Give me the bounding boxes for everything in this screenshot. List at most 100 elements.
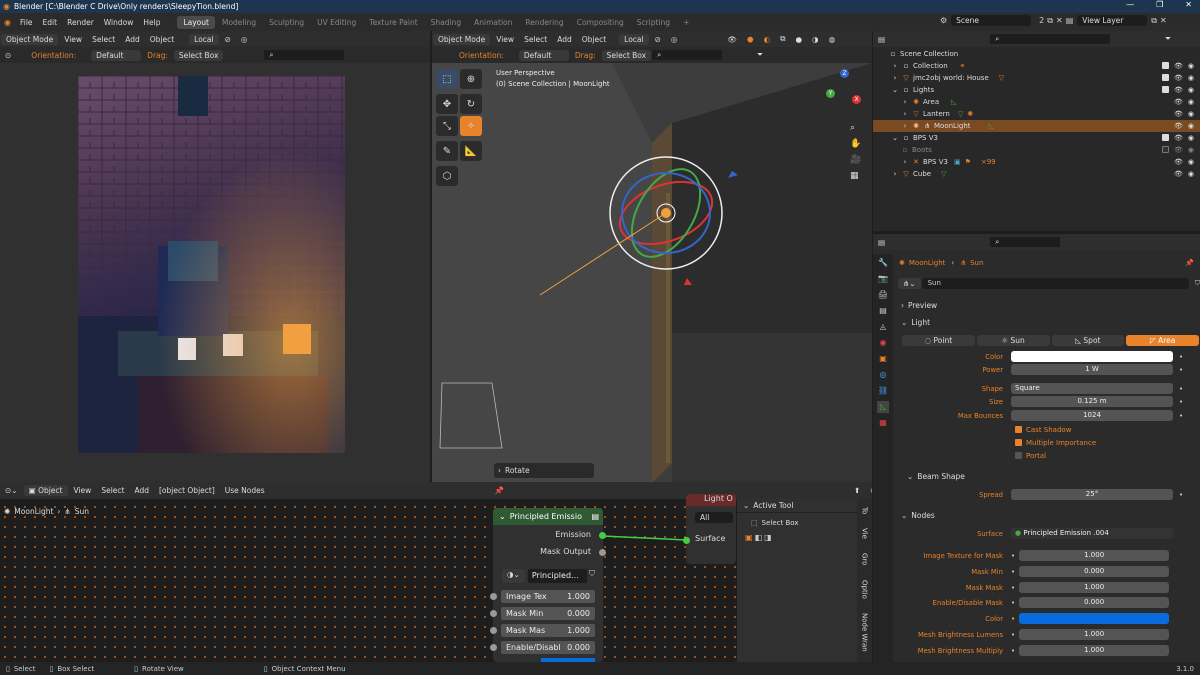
fake-user-shield-icon[interactable]: ⛉ xyxy=(589,569,595,583)
viewport-transform-dropdown[interactable]: Local xyxy=(619,33,649,45)
gizmo-x-axis[interactable]: X xyxy=(852,95,861,104)
minimize-button[interactable]: — xyxy=(1126,0,1134,9)
texture-tab-icon[interactable]: ▦ xyxy=(877,417,889,429)
physics-tab-icon[interactable]: ◎ xyxy=(877,369,889,381)
render-camera-icon[interactable]: ◉ xyxy=(1188,170,1194,178)
surface-shader-field[interactable]: ● Principled Emission .004 xyxy=(1011,528,1173,539)
light-data-tab-icon[interactable]: ◺ xyxy=(877,401,889,413)
scale-tool-icon[interactable]: ⤡ xyxy=(436,116,458,136)
expand-arrow-icon[interactable]: › xyxy=(901,110,909,118)
outliner-search-icon[interactable]: ⌕ xyxy=(990,34,1111,44)
outliner-row-bps-armature[interactable]: › ✕ BPS V3 ▣ ⚑ ×99 👁 ◉ xyxy=(873,156,1200,168)
exclude-checkbox[interactable] xyxy=(1162,146,1169,153)
emission-output-socket[interactable] xyxy=(599,532,606,539)
viewport-mode-dropdown[interactable]: Object Mode xyxy=(433,33,491,45)
collapse-arrow-icon[interactable]: ⌄ xyxy=(891,134,899,142)
left-select-menu[interactable]: Select xyxy=(87,35,120,44)
pan-hand-icon[interactable]: ✋ xyxy=(850,139,861,149)
select-new-icon[interactable]: ▣ xyxy=(745,533,753,542)
node-group-icon[interactable]: ▤ xyxy=(591,512,599,521)
select-subtract-icon[interactable]: ◨ xyxy=(764,533,772,542)
tab-animation[interactable]: Animation xyxy=(468,16,518,29)
light-type-sun[interactable]: ☼ Sun xyxy=(976,335,1050,346)
visibility-eye-icon[interactable]: 👁 xyxy=(1174,170,1183,178)
exclude-checkbox[interactable] xyxy=(1162,86,1169,93)
input-socket[interactable] xyxy=(490,644,497,651)
section-preview[interactable]: › Preview xyxy=(893,297,1200,313)
visibility-eye-icon[interactable]: 👁 xyxy=(1174,62,1183,70)
gizmo-z-axis[interactable]: Z xyxy=(840,69,849,78)
expand-arrow-icon[interactable]: › xyxy=(891,170,899,178)
left-add-menu[interactable]: Add xyxy=(120,35,145,44)
node-color-swatch[interactable] xyxy=(1019,613,1170,624)
outliner-filter-icon[interactable]: ⏷ xyxy=(1160,34,1176,44)
max-bounces-field[interactable]: 1024 xyxy=(1011,410,1173,421)
tab-uv-editing[interactable]: UV Editing xyxy=(311,16,362,29)
tab-layout[interactable]: Layout xyxy=(177,15,215,29)
viewport-select-menu[interactable]: Select xyxy=(519,35,552,44)
left-mode-dropdown[interactable]: Object Mode xyxy=(1,33,59,45)
light-type-point[interactable]: ◌ Point xyxy=(902,335,975,346)
view-layer-tab-icon[interactable]: ▤ xyxy=(877,305,889,317)
outliner-row-scene-collection[interactable]: ▫ Scene Collection xyxy=(873,48,1200,60)
scene-tab-icon[interactable]: ◬ xyxy=(877,321,889,333)
section-nodes[interactable]: ⌄ Nodes xyxy=(893,507,1200,523)
render-camera-icon[interactable]: ◉ xyxy=(1188,146,1194,154)
viewport-filter-icon[interactable]: ⏷ xyxy=(752,50,768,60)
output-target-dropdown[interactable]: All xyxy=(695,512,733,523)
viewport-snap-icon[interactable]: ⊘ xyxy=(650,35,666,44)
viewport-add-menu[interactable]: Add xyxy=(552,35,577,44)
move-tool-icon[interactable]: ✥ xyxy=(436,94,458,114)
left-orientation-dropdown[interactable]: Default xyxy=(91,49,142,61)
keyframe-dot-icon[interactable]: • xyxy=(1179,385,1183,393)
viewport-gizmo-icon[interactable]: ⬣ xyxy=(742,35,759,44)
visibility-eye-icon[interactable]: 👁 xyxy=(1174,86,1183,94)
select-extend-icon[interactable]: ◧ xyxy=(755,533,763,542)
visibility-eye-icon[interactable]: 👁 xyxy=(1174,134,1183,142)
measure-tool-icon[interactable]: 📐 xyxy=(460,141,482,161)
light-type-area[interactable]: ◸ Area xyxy=(1126,335,1199,346)
input-socket[interactable] xyxy=(490,610,497,617)
viewport-proportional-icon[interactable]: ◎ xyxy=(666,35,683,44)
render-camera-icon[interactable]: ◉ xyxy=(1188,86,1194,94)
light-output-node[interactable]: Light O All Surface xyxy=(683,494,736,564)
cursor-tool-icon[interactable]: ⊕ xyxy=(460,69,482,89)
tab-compositing[interactable]: Compositing xyxy=(571,16,630,29)
outliner-row-bps-collection[interactable]: ⌄ ▫ BPS V3 👁 ◉ xyxy=(873,132,1200,144)
light-datablock-icon[interactable]: ⋔⌄ xyxy=(898,278,921,289)
size-field[interactable]: 0.125 m xyxy=(1011,396,1173,407)
left-transform-dropdown[interactable]: Local xyxy=(189,33,219,45)
viewport-shading-rendered-icon[interactable]: ◍ xyxy=(824,35,841,44)
render-camera-icon[interactable]: ◉ xyxy=(1188,110,1194,118)
spread-field[interactable]: 25° xyxy=(1011,489,1173,500)
portal-checkbox[interactable] xyxy=(1015,452,1022,459)
section-light[interactable]: ⌄ Light xyxy=(893,314,1200,330)
mask-output-socket[interactable] xyxy=(599,549,606,556)
outliner-row-lights[interactable]: ⌄ ▫ Lights 👁 ◉ xyxy=(873,84,1200,96)
viewport-visibility-icon[interactable]: 👁 xyxy=(722,35,742,44)
node-input-image-tex[interactable]: Image Tex 1.000 xyxy=(501,590,595,603)
object-tab-icon[interactable]: ▣ xyxy=(877,353,889,365)
light-datablock-field[interactable]: Sun xyxy=(921,278,1189,289)
collapse-arrow-icon[interactable]: ⌄ xyxy=(891,86,899,94)
left-search-icon[interactable]: ⌕ xyxy=(264,50,345,60)
power-field[interactable]: 1 W xyxy=(1011,364,1173,375)
menu-render[interactable]: Render xyxy=(62,18,99,27)
tab-rendering[interactable]: Rendering xyxy=(519,16,569,29)
ortho-grid-icon[interactable]: ▦ xyxy=(850,171,861,181)
exclude-checkbox[interactable] xyxy=(1162,62,1169,69)
render-tab-icon[interactable]: 📷 xyxy=(877,273,889,285)
add-cube-tool-icon[interactable]: ⬡ xyxy=(436,166,458,186)
properties-search-icon[interactable]: ⌕ xyxy=(990,237,1061,247)
expand-arrow-icon[interactable]: › xyxy=(901,158,909,166)
active-tool-header[interactable]: ⌄ Active Tool xyxy=(737,499,857,513)
surface-input-socket[interactable] xyxy=(683,537,690,544)
menu-help[interactable]: Help xyxy=(138,18,165,27)
render-camera-icon[interactable]: ◉ xyxy=(1188,134,1194,142)
zoom-icon[interactable]: ⌕ xyxy=(850,123,861,133)
visibility-eye-icon[interactable]: 👁 xyxy=(1174,98,1183,106)
properties-editor-icon[interactable]: ▤ xyxy=(873,238,890,247)
viewport-search-icon[interactable]: ⌕ xyxy=(652,50,723,60)
menu-edit[interactable]: Edit xyxy=(38,18,63,27)
viewport-view-menu[interactable]: View xyxy=(491,35,519,44)
